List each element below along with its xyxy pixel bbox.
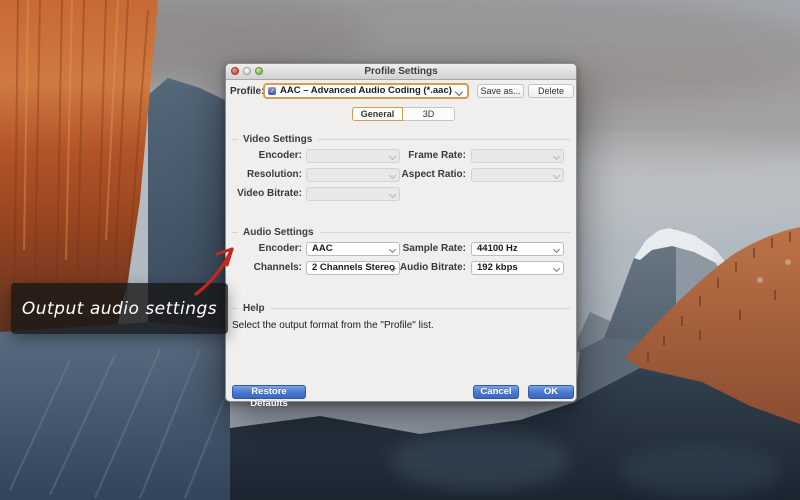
close-button[interactable] xyxy=(231,67,239,75)
video-row-encoder-framerate: Encoder: Frame Rate: xyxy=(232,149,570,163)
tab-3d[interactable]: 3D xyxy=(402,107,455,121)
red-arrow-icon xyxy=(186,236,242,298)
aspect-ratio-dropdown xyxy=(471,168,564,182)
help-text: Select the output format from the "Profi… xyxy=(232,320,434,331)
callout-text: Output audio settings xyxy=(22,299,217,319)
chevron-down-icon xyxy=(553,265,560,272)
sample-rate-label: Sample Rate: xyxy=(352,243,466,254)
video-bitrate-label: Video Bitrate: xyxy=(232,188,302,199)
chevron-down-icon xyxy=(389,191,396,198)
frame-rate-dropdown xyxy=(471,149,564,163)
profile-settings-window: Profile Settings Profile: ♪ AAC – Advanc… xyxy=(225,63,577,402)
video-row-bitrate: Video Bitrate: xyxy=(232,187,570,201)
minimize-button xyxy=(243,67,251,75)
cancel-button[interactable]: Cancel xyxy=(473,385,519,399)
audio-bitrate-dropdown[interactable]: 192 kbps xyxy=(471,261,564,275)
tab-general[interactable]: General xyxy=(352,107,403,121)
chevron-down-icon xyxy=(553,246,560,253)
profile-selected-value: AAC – Advanced Audio Coding (*.aac) xyxy=(280,85,452,97)
profile-label: Profile: xyxy=(230,86,264,97)
restore-defaults-button[interactable]: Restore Defaults xyxy=(232,385,306,399)
help-title: Help xyxy=(243,303,265,314)
window-title: Profile Settings xyxy=(226,64,576,79)
audio-row-channels-bitrate: Channels: 2 Channels Stereo Audio Bitrat… xyxy=(232,261,570,275)
audio-settings-title: Audio Settings xyxy=(243,227,314,238)
video-bitrate-dropdown xyxy=(306,187,400,201)
frame-rate-label: Frame Rate: xyxy=(352,150,466,161)
chevron-down-icon xyxy=(553,153,560,160)
video-row-resolution-aspect: Resolution: Aspect Ratio: xyxy=(232,168,570,182)
audio-settings-section-header: Audio Settings xyxy=(232,226,570,238)
audio-row-encoder-samplerate: Encoder: AAC Sample Rate: 44100 Hz xyxy=(232,242,570,256)
audio-bitrate-label: Audio Bitrate: xyxy=(352,262,466,273)
delete-button[interactable]: Delete xyxy=(528,84,574,98)
video-settings-section-header: Video Settings xyxy=(232,133,570,145)
video-settings-title: Video Settings xyxy=(243,134,312,145)
chevron-down-icon xyxy=(553,172,560,179)
chevron-down-icon xyxy=(455,88,463,96)
save-as-button[interactable]: Save as... xyxy=(477,84,524,98)
audio-format-icon: ♪ xyxy=(268,87,276,95)
aspect-ratio-label: Aspect Ratio: xyxy=(352,169,466,180)
sample-rate-dropdown[interactable]: 44100 Hz xyxy=(471,242,564,256)
zoom-button[interactable] xyxy=(255,67,263,75)
resolution-label: Resolution: xyxy=(232,169,302,180)
audio-encoder-label: Encoder: xyxy=(232,243,302,254)
lower-left-cliff xyxy=(0,322,230,500)
video-encoder-label: Encoder: xyxy=(232,150,302,161)
profile-dropdown[interactable]: ♪ AAC – Advanced Audio Coding (*.aac) xyxy=(263,83,469,99)
channels-label: Channels: xyxy=(232,262,302,273)
ok-button[interactable]: OK xyxy=(528,385,574,399)
help-section-header: Help xyxy=(232,302,570,314)
title-bar[interactable]: Profile Settings xyxy=(226,64,576,80)
